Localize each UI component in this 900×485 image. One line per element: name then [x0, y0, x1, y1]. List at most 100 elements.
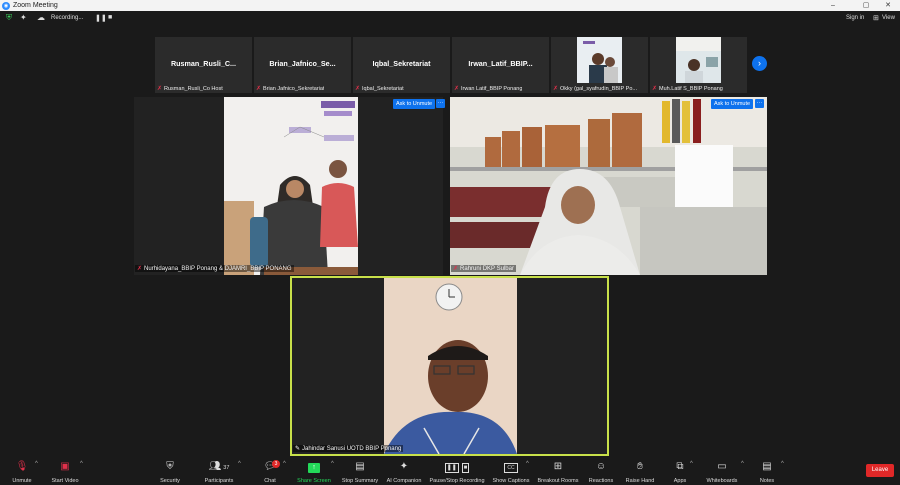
participants-button[interactable]: 👥︎ 37 Participants	[202, 460, 236, 484]
active-speaker-tile[interactable]: ✎ Jahindar Sanusi UOTD BBIP Ponang	[290, 276, 609, 456]
pause-stop-recording-button[interactable]: ❚❚ ■ Pause/Stop Recording	[428, 460, 486, 484]
strip-tile[interactable]: ✗ Okky (gal_syafrudin_BBIP Po...	[551, 37, 648, 93]
recording-status: Recording...	[51, 15, 84, 21]
more-options-button[interactable]: ···	[436, 99, 445, 108]
zoom-logo-icon: ◉	[2, 1, 10, 10]
apps-button[interactable]: ⧉ Apps	[668, 460, 692, 484]
muted-mic-icon: ✗	[157, 86, 163, 92]
captions-cc-icon: CC	[492, 460, 530, 473]
participants-icon: 👥︎ 37	[208, 461, 230, 472]
muted-microphone-icon: 🎙︎	[15, 461, 29, 472]
unmute-button[interactable]: 🎙︎ Unmute	[8, 460, 36, 484]
strip-tile[interactable]: Irwan_Latif_BBIP... ✗ Irwan Latif_BBIP Po…	[452, 37, 549, 93]
participant-name-large: Iqbal_Sekretariat	[372, 59, 431, 68]
ai-sparkle-icon[interactable]: ✦	[20, 13, 27, 22]
ask-to-unmute-button[interactable]: Ask to Unmute	[711, 99, 754, 109]
participant-video-thumbnail	[676, 37, 721, 83]
video-tile[interactable]: Ask to Unmute ··· ✗ Rahruni DKP Sulbar	[450, 97, 767, 275]
share-screen-icon: ↑	[296, 460, 332, 473]
participant-label: ✗ Muh.Latif S_BBIP Ponang	[652, 86, 723, 92]
whiteboards-chevron-icon[interactable]: ^	[741, 461, 744, 467]
participant-name-large: Brian_Jafnico_Se...	[269, 59, 336, 68]
chat-chevron-icon[interactable]: ^	[283, 461, 286, 467]
video-options-chevron-icon[interactable]: ^	[80, 461, 83, 467]
show-captions-button[interactable]: CC Show Captions	[492, 460, 530, 484]
minimize-button[interactable]: –	[822, 0, 844, 11]
participant-label: ✗ Rusman_Rusli_Co Host	[157, 86, 223, 92]
mic-icon: ✎	[295, 446, 301, 452]
muted-mic-icon: ✗	[454, 86, 460, 92]
breakout-rooms-grid-icon: ⊞	[553, 461, 563, 472]
whiteboard-icon: ▭	[717, 461, 727, 472]
captions-chevron-icon[interactable]: ^	[526, 461, 529, 467]
sign-in-link[interactable]: Sign in	[846, 15, 864, 21]
smiley-reaction-icon: ☺	[595, 461, 607, 472]
participant-label: ✗ Rahruni DKP Sulbar	[451, 265, 516, 272]
muted-mic-icon: ✗	[453, 266, 459, 272]
notes-button[interactable]: ▤ Notes	[755, 460, 779, 484]
video-off-icon: ▣	[60, 461, 70, 472]
apps-chevron-icon[interactable]: ^	[690, 461, 693, 467]
strip-tile[interactable]: Iqbal_Sekretariat ✗ Iqbal_Sekretariat	[353, 37, 450, 93]
meeting-top-bar: ⛨ ✦ ☁ Recording... ❚❚ ■ Sign in ⊞ View	[0, 11, 900, 31]
summary-document-icon: ▤	[355, 461, 365, 472]
stop-summary-button[interactable]: ▤ Stop Summary	[341, 460, 379, 484]
stop-recording-icon[interactable]: ■	[108, 14, 112, 21]
participant-label: ✗ Nurhidayana_BBIP Ponang & DJAMRI_BBIP P…	[135, 265, 294, 272]
chat-unread-badge: 3	[272, 460, 280, 468]
whiteboards-button[interactable]: ▭ Whiteboards	[703, 460, 741, 484]
strip-tile[interactable]: Rusman_Rusli_C... ✗ Rusman_Rusli_Co Host	[155, 37, 252, 93]
more-options-button[interactable]: ···	[755, 99, 764, 108]
participant-video	[384, 278, 517, 454]
leave-button[interactable]: Leave	[866, 464, 894, 477]
pause-recording-icon[interactable]: ❚❚	[95, 14, 107, 22]
ask-to-unmute-button[interactable]: Ask to Unmute	[393, 99, 436, 109]
close-button[interactable]: ✕	[877, 0, 899, 11]
raise-hand-button[interactable]: ✋︎ Raise Hand	[624, 460, 656, 484]
participant-label: ✎ Jahindar Sanusi UOTD BBIP Ponang	[293, 445, 404, 452]
participant-video-thumbnail	[577, 37, 622, 83]
window-title: Zoom Meeting	[13, 2, 58, 9]
view-button[interactable]: View	[882, 15, 895, 21]
participant-label: ✗ Iqbal_Sekretariat	[355, 86, 404, 92]
window-title-bar: ◉ Zoom Meeting – ▢ ✕	[0, 0, 900, 11]
view-grid-icon[interactable]: ⊞	[873, 14, 879, 22]
start-video-button[interactable]: ▣ Start Video	[48, 460, 82, 484]
shield-icon: ⛨	[166, 461, 174, 472]
audio-options-chevron-icon[interactable]: ^	[35, 461, 38, 467]
ai-companion-sparkle-icon: ✦	[399, 461, 409, 472]
chat-button[interactable]: 💬︎ 3 Chat	[258, 460, 282, 484]
participant-label: ✗ Okky (gal_syafrudin_BBIP Po...	[553, 86, 637, 92]
notes-icon: ▤	[762, 461, 772, 472]
next-page-arrow-icon[interactable]: ›	[752, 56, 767, 71]
security-button[interactable]: ⛨ Security	[156, 460, 184, 484]
encryption-shield-icon[interactable]: ⛨	[6, 13, 12, 23]
participant-label: ✗ Irwan Latif_BBIP Ponang	[454, 86, 523, 92]
participant-label: ✗ Brian Jafnico_Sekretariat	[256, 86, 325, 92]
muted-mic-icon: ✗	[652, 86, 658, 92]
participant-name-large: Irwan_Latif_BBIP...	[468, 59, 533, 68]
video-tile[interactable]: Ask to Unmute ··· ✗ Nurhidayana_BBIP Pona…	[134, 97, 445, 275]
muted-mic-icon: ✗	[256, 86, 262, 92]
strip-tile[interactable]: ✗ Muh.Latif S_BBIP Ponang	[650, 37, 747, 93]
maximize-button[interactable]: ▢	[855, 0, 877, 11]
muted-mic-icon: ✗	[355, 86, 361, 92]
muted-mic-icon: ✗	[553, 86, 559, 92]
notes-chevron-icon[interactable]: ^	[781, 461, 784, 467]
share-options-chevron-icon[interactable]: ^	[331, 461, 334, 467]
muted-mic-icon: ✗	[137, 266, 143, 272]
participants-chevron-icon[interactable]: ^	[238, 461, 241, 467]
ai-companion-button[interactable]: ✦ AI Companion	[385, 460, 423, 484]
breakout-rooms-button[interactable]: ⊞ Breakout Rooms	[537, 460, 579, 484]
participant-video	[224, 97, 358, 275]
apps-icon: ⧉	[676, 461, 684, 472]
participants-count: 37	[223, 465, 230, 471]
hand-icon: ✋︎	[637, 461, 643, 472]
share-screen-button[interactable]: ↑ Share Screen	[296, 460, 332, 484]
reactions-button[interactable]: ☺ Reactions	[586, 460, 616, 484]
strip-tile[interactable]: Brian_Jafnico_Se... ✗ Brian Jafnico_Sekre…	[254, 37, 351, 93]
participant-video	[450, 97, 767, 275]
cloud-recording-icon: ☁	[37, 13, 45, 22]
participant-name-large: Rusman_Rusli_C...	[170, 59, 237, 68]
pause-stop-icon: ❚❚ ■	[444, 463, 470, 473]
